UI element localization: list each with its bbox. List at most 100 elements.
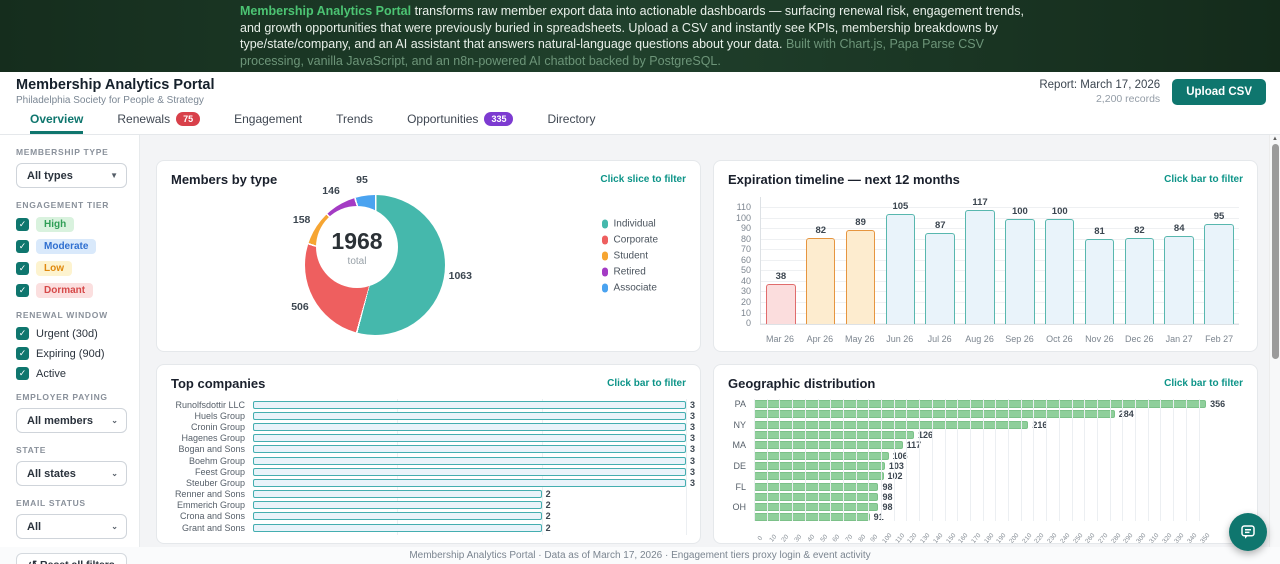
filter-checkbox-expiring-90d-[interactable]: ✓ Expiring (90d) (16, 347, 127, 360)
bar-aug-26[interactable]: 117 (960, 197, 1000, 324)
bar-row-11[interactable] (754, 513, 870, 522)
bar-hagenes-group[interactable] (253, 434, 686, 443)
bar[interactable] (1124, 237, 1155, 324)
bar-cronin-group[interactable] (253, 422, 686, 431)
bar-steuber-group[interactable] (253, 478, 686, 487)
bar-jul-26[interactable]: 87 (920, 197, 960, 324)
bar-jan-27[interactable]: 84 (1159, 197, 1199, 324)
bar[interactable] (1164, 235, 1194, 324)
bar[interactable] (1044, 218, 1075, 324)
tab-renewals[interactable]: Renewals 75 (117, 109, 201, 134)
bar[interactable] (1084, 238, 1115, 324)
tab-engagement[interactable]: Engagement (234, 109, 302, 134)
bar-sep-26[interactable]: 100 (1000, 197, 1040, 324)
bar[interactable] (885, 213, 916, 324)
bar-ny[interactable] (754, 420, 1029, 429)
legend-item-individual[interactable]: Individual (601, 219, 658, 230)
bar[interactable] (1005, 218, 1035, 324)
bar-jun-26[interactable]: 105 (880, 197, 920, 324)
x-tick-label: 260 (1084, 532, 1097, 544)
checkbox-checked-icon[interactable]: ✓ (16, 367, 29, 380)
tab-overview[interactable]: Overview (30, 109, 84, 134)
bar-row-1[interactable] (754, 410, 1115, 419)
checkbox-checked-icon[interactable]: ✓ (16, 347, 29, 360)
state-select[interactable]: All states ⌄ (16, 461, 127, 486)
bar-fl[interactable] (754, 482, 879, 491)
bar[interactable] (925, 232, 955, 324)
gridline (1147, 399, 1149, 521)
bar-oct-26[interactable]: 100 (1040, 197, 1080, 324)
bar-mar-26[interactable]: 38 (761, 197, 801, 324)
bar-value-label: 284 (1118, 409, 1134, 420)
checkbox-checked-icon[interactable]: ✓ (16, 240, 29, 253)
bar-emmerich-group[interactable] (253, 501, 542, 510)
legend-item-corporate[interactable]: Corporate (601, 235, 658, 246)
scrollbar-up-icon[interactable]: ▲ (1270, 136, 1280, 142)
x-tick-label: 270 (1097, 532, 1110, 544)
bar-huels-group[interactable] (253, 411, 686, 420)
bar-row-3[interactable] (754, 431, 915, 440)
bar[interactable] (806, 237, 836, 324)
bar-value-label: 3 (690, 433, 696, 444)
bar-apr-26[interactable]: 82 (801, 197, 841, 324)
x-tick-label: 190 (995, 532, 1008, 544)
checkbox-checked-icon[interactable]: ✓ (16, 218, 29, 231)
scrollbar-thumb[interactable] (1272, 144, 1279, 359)
select-value: All members (27, 414, 94, 427)
reset-filters-button[interactable]: ↺ Reset all filters (16, 553, 127, 564)
bar-renner-and-sons[interactable] (253, 490, 542, 499)
gridline (1008, 399, 1010, 521)
bar-boehm-group[interactable] (253, 456, 686, 465)
y-tick-label: 90 (740, 223, 751, 234)
bar-de[interactable] (754, 461, 885, 470)
x-tick-label: Mar 26 (765, 334, 794, 344)
bar-row-9[interactable] (754, 492, 879, 501)
filter-option-label: Moderate (36, 239, 97, 254)
expiration-x-labels: Mar 26 Apr 26 May 26 Jun 26 Jul 26 Aug 26 Sep … (760, 334, 1239, 344)
bar-crona-and-sons[interactable] (253, 512, 542, 521)
x-tick-label: 80 (856, 533, 867, 544)
legend-item-student[interactable]: Student (601, 251, 658, 262)
membership-type-select[interactable]: All types ▼ (16, 163, 127, 188)
bar-grant-and-sons[interactable] (253, 523, 542, 532)
chevron-down-icon: ⌄ (111, 416, 118, 425)
bar-runolfsdottir-llc[interactable] (253, 400, 686, 409)
bar[interactable] (845, 230, 876, 324)
bar[interactable] (965, 210, 995, 324)
tab-opportunities[interactable]: Opportunities 335 (407, 109, 514, 134)
legend-item-associate[interactable]: Associate (601, 283, 658, 294)
vertical-scrollbar[interactable]: ▲ (1269, 135, 1280, 547)
filter-checkbox-high[interactable]: ✓ High (16, 217, 127, 232)
bar-bogan-and-sons[interactable] (253, 445, 686, 454)
employer-paying-select[interactable]: All members ⌄ (16, 408, 127, 433)
upload-csv-button[interactable]: Upload CSV (1172, 78, 1266, 105)
tab-directory[interactable]: Directory (547, 109, 595, 134)
checkbox-checked-icon[interactable]: ✓ (16, 327, 29, 340)
bar-feest-group[interactable] (253, 467, 686, 476)
email-status-select[interactable]: All ⌄ (16, 514, 127, 539)
bar-oh[interactable] (754, 503, 879, 512)
bar-value-label: 100 (1011, 205, 1028, 217)
tab-trends[interactable]: Trends (336, 109, 373, 134)
bar-pa[interactable] (754, 400, 1207, 409)
filter-checkbox-dormant[interactable]: ✓ Dormant (16, 283, 127, 298)
filter-checkbox-moderate[interactable]: ✓ Moderate (16, 239, 127, 254)
filter-section-label: STATE (16, 445, 47, 455)
filter-checkbox-active[interactable]: ✓ Active (16, 367, 127, 380)
bar-row-7[interactable] (754, 472, 884, 481)
reset-icon: ↺ (28, 559, 37, 564)
bar-dec-26[interactable]: 82 (1119, 197, 1159, 324)
bar-nov-26[interactable]: 81 (1080, 197, 1120, 324)
bar[interactable] (1204, 224, 1234, 324)
slice-value-label: 506 (291, 301, 309, 314)
bar-feb-27[interactable]: 95 (1199, 197, 1239, 324)
checkbox-checked-icon[interactable]: ✓ (16, 284, 29, 297)
bar-may-26[interactable]: 89 (841, 197, 881, 324)
filter-checkbox-low[interactable]: ✓ Low (16, 261, 127, 276)
checkbox-checked-icon[interactable]: ✓ (16, 262, 29, 275)
gridline (1109, 399, 1111, 521)
legend-item-retired[interactable]: Retired (601, 267, 658, 278)
chat-launcher-button[interactable] (1229, 513, 1267, 551)
filter-checkbox-urgent-30d-[interactable]: ✓ Urgent (30d) (16, 327, 127, 340)
bar[interactable] (766, 284, 796, 324)
